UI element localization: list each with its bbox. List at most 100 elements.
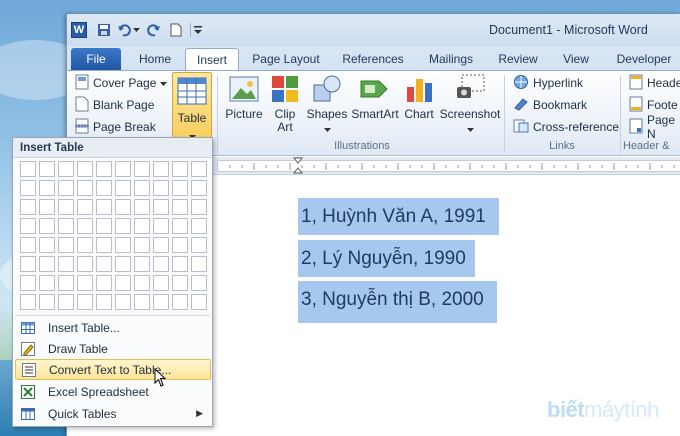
smartart-button[interactable]: SmartArt <box>350 73 400 121</box>
indent-marker-icon[interactable] <box>293 157 303 175</box>
table-grid-cell[interactable] <box>39 218 55 234</box>
table-grid-cell[interactable] <box>134 275 150 291</box>
table-grid-cell[interactable] <box>39 199 55 215</box>
table-grid-cell[interactable] <box>96 256 112 272</box>
table-grid-cell[interactable] <box>153 275 169 291</box>
table-grid-cell[interactable] <box>96 237 112 253</box>
table-grid-cell[interactable] <box>191 199 207 215</box>
table-grid-cell[interactable] <box>191 180 207 196</box>
table-grid-cell[interactable] <box>134 294 150 310</box>
table-grid-cell[interactable] <box>134 256 150 272</box>
page-break-button[interactable]: Page Break <box>75 117 156 137</box>
table-grid-cell[interactable] <box>96 180 112 196</box>
table-grid-cell[interactable] <box>96 294 112 310</box>
table-grid-cell[interactable] <box>153 218 169 234</box>
table-grid-cell[interactable] <box>39 180 55 196</box>
table-grid-cell[interactable] <box>77 180 93 196</box>
table-grid-cell[interactable] <box>191 237 207 253</box>
table-grid-cell[interactable] <box>39 161 55 177</box>
table-grid-cell[interactable] <box>58 237 74 253</box>
table-grid-cell[interactable] <box>134 161 150 177</box>
table-grid-cell[interactable] <box>191 218 207 234</box>
tab-review[interactable]: Review <box>491 48 545 70</box>
table-grid-cell[interactable] <box>115 275 131 291</box>
table-grid-cell[interactable] <box>134 180 150 196</box>
word-app-icon[interactable]: W <box>71 22 87 38</box>
bookmark-button[interactable]: Bookmark <box>513 95 587 115</box>
table-grid-cell[interactable] <box>77 237 93 253</box>
table-grid-cell[interactable] <box>172 199 188 215</box>
table-grid-cell[interactable] <box>20 161 36 177</box>
table-grid-cell[interactable] <box>20 275 36 291</box>
table-grid-cell[interactable] <box>39 237 55 253</box>
picture-button[interactable]: Picture <box>224 73 264 121</box>
table-grid-cell[interactable] <box>191 275 207 291</box>
draw-table-menu-item[interactable]: Draw Table <box>15 338 211 359</box>
table-grid-cell[interactable] <box>58 275 74 291</box>
table-grid-cell[interactable] <box>20 218 36 234</box>
table-grid-cell[interactable] <box>77 256 93 272</box>
cross-reference-button[interactable]: Cross-reference <box>513 117 619 137</box>
blank-page-button[interactable]: Blank Page <box>75 95 154 115</box>
save-icon[interactable] <box>95 21 113 39</box>
table-grid-cell[interactable] <box>39 256 55 272</box>
table-grid-cell[interactable] <box>115 294 131 310</box>
table-grid-cell[interactable] <box>153 180 169 196</box>
table-grid-cell[interactable] <box>134 237 150 253</box>
table-grid-cell[interactable] <box>134 199 150 215</box>
table-grid-cell[interactable] <box>191 256 207 272</box>
table-grid-cell[interactable] <box>96 275 112 291</box>
new-document-icon[interactable] <box>167 21 185 39</box>
table-grid-cell[interactable] <box>77 199 93 215</box>
customize-qat-icon[interactable] <box>193 21 203 39</box>
tab-home[interactable]: Home <box>133 48 177 70</box>
table-grid-cell[interactable] <box>191 161 207 177</box>
table-grid-cell[interactable] <box>172 294 188 310</box>
convert-text-to-table-menu-item[interactable]: Convert Text to Table... <box>15 359 211 380</box>
table-grid-cell[interactable] <box>58 294 74 310</box>
table-grid-cell[interactable] <box>58 161 74 177</box>
table-grid-cell[interactable] <box>58 180 74 196</box>
document-line-1[interactable]: 1, Huỳnh Văn A, 1991 <box>298 198 499 235</box>
table-grid-cell[interactable] <box>153 256 169 272</box>
insert-table-menu-item[interactable]: Insert Table... <box>15 317 211 338</box>
table-grid-cell[interactable] <box>172 237 188 253</box>
tab-developer[interactable]: Developer <box>609 48 679 70</box>
tab-references[interactable]: References <box>333 48 413 70</box>
tab-mailings[interactable]: Mailings <box>419 48 483 70</box>
table-grid-cell[interactable] <box>58 199 74 215</box>
table-grid-cell[interactable] <box>115 256 131 272</box>
table-grid-cell[interactable] <box>153 161 169 177</box>
table-grid-cell[interactable] <box>39 294 55 310</box>
shapes-button[interactable]: Shapes <box>306 73 348 136</box>
table-grid-cell[interactable] <box>96 218 112 234</box>
excel-spreadsheet-menu-item[interactable]: Excel Spreadsheet <box>15 381 211 402</box>
table-grid-cell[interactable] <box>77 275 93 291</box>
table-grid-cell[interactable] <box>115 199 131 215</box>
table-grid-cell[interactable] <box>20 294 36 310</box>
table-grid-cell[interactable] <box>134 218 150 234</box>
table-grid-cell[interactable] <box>153 237 169 253</box>
table-grid-cell[interactable] <box>191 294 207 310</box>
table-grid-cell[interactable] <box>115 218 131 234</box>
document-line-3[interactable]: 3, Nguyễn thị B, 2000 <box>298 281 497 323</box>
table-grid-cell[interactable] <box>172 180 188 196</box>
document-line-2[interactable]: 2, Lý Nguyễn, 1990 <box>298 240 475 277</box>
table-grid-cell[interactable] <box>153 199 169 215</box>
table-grid-cell[interactable] <box>58 256 74 272</box>
table-grid-cell[interactable] <box>20 180 36 196</box>
table-button[interactable]: Table <box>172 72 212 139</box>
tab-file[interactable]: File <box>71 48 121 70</box>
table-grid-cell[interactable] <box>115 237 131 253</box>
table-grid-cell[interactable] <box>96 199 112 215</box>
table-grid-cell[interactable] <box>172 218 188 234</box>
table-grid-cell[interactable] <box>77 161 93 177</box>
screenshot-button[interactable]: Screenshot <box>440 73 500 136</box>
clip-art-button[interactable]: Clip Art <box>270 73 300 134</box>
header-button[interactable]: Heade <box>629 73 680 93</box>
chart-button[interactable]: Chart <box>401 73 437 121</box>
table-grid-cell[interactable] <box>172 275 188 291</box>
table-grid-cell[interactable] <box>20 237 36 253</box>
table-grid-cell[interactable] <box>153 294 169 310</box>
table-grid-cell[interactable] <box>58 218 74 234</box>
